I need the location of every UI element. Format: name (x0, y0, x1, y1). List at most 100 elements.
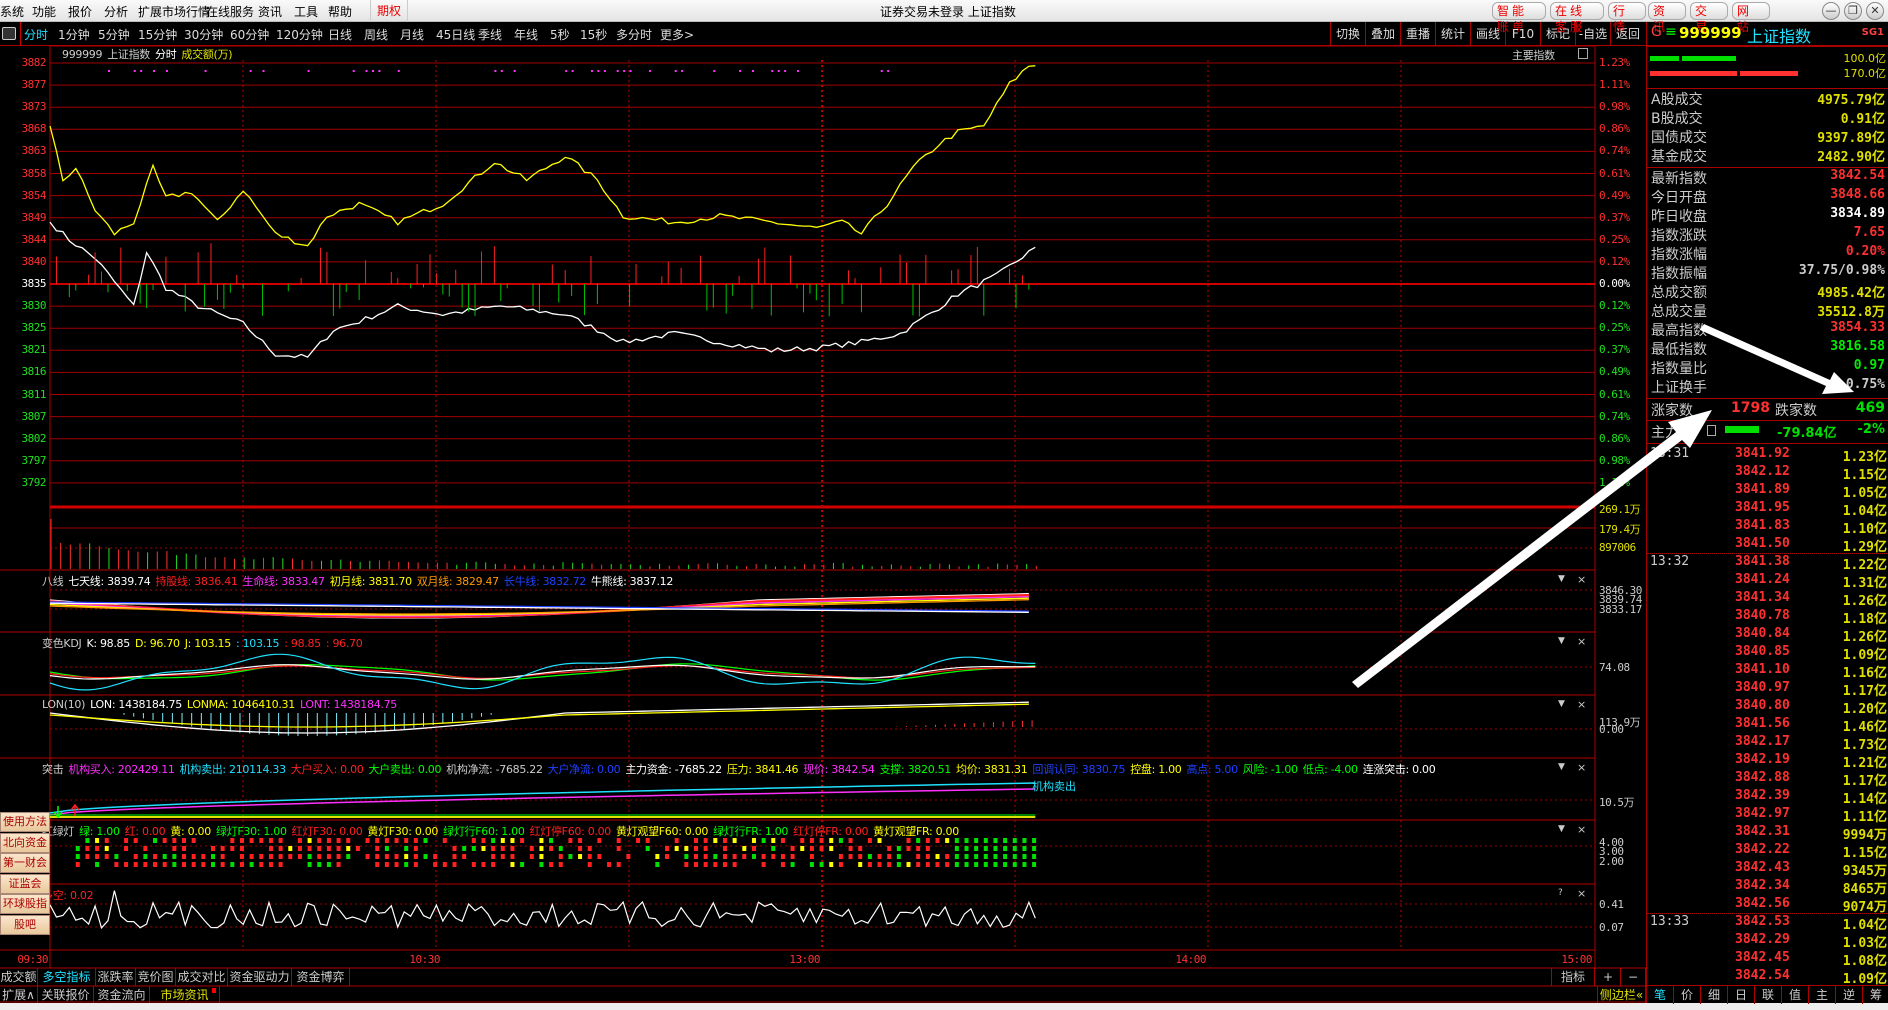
panel-menu-icon[interactable]: ▼ (1558, 636, 1565, 646)
panel-menu-icon[interactable]: ▼ (1558, 762, 1565, 772)
side-button-0[interactable]: 使用方法 (0, 812, 50, 832)
light-cell (307, 854, 312, 859)
panel-menu-icon[interactable]: ▼ (1558, 824, 1565, 834)
percent-axis-label: 0.86% (1599, 431, 1630, 445)
signal-dot (494, 70, 497, 72)
minimize-button[interactable]: — (1822, 2, 1840, 20)
light-cell (587, 862, 592, 867)
bottom-tab-0[interactable]: 成交额 (0, 968, 38, 986)
panel-axis-label: 3833.17 (1599, 603, 1642, 616)
bottom-tab-5[interactable]: 资金驱动力 (228, 968, 292, 986)
light-cell (887, 862, 892, 867)
legend-item: 变色KDJ (42, 637, 82, 650)
light-cell (761, 854, 766, 859)
bottom-tab-3[interactable]: 竞价图 (136, 968, 176, 986)
main-index-button[interactable]: 主要指数 (1512, 47, 1555, 63)
restore-button[interactable]: ❐ (1844, 2, 1862, 20)
legend-item: 主力资金: -7685.22 (625, 763, 722, 776)
signal-dot (777, 70, 780, 72)
right-tab-6[interactable]: 主 (1809, 986, 1836, 1004)
right-tab-8[interactable]: 筹 (1863, 986, 1888, 1004)
bottom-tab-4[interactable]: 成交对比 (176, 968, 228, 986)
bottom-tab-6[interactable]: 资金博弈 (292, 968, 350, 986)
tick-row: 3842.17 1.73亿 (1647, 734, 1888, 753)
top-button-4[interactable]: 交 易 (1690, 2, 1728, 34)
right-tab-1[interactable]: 价 (1674, 986, 1701, 1004)
light-cell (616, 862, 621, 867)
right-tab-7[interactable]: 逆 (1836, 986, 1863, 1004)
tick-row: 3841.34 1.26亿 (1647, 590, 1888, 609)
light-cell (220, 854, 225, 859)
legend-item: 现价: 3842.54 (803, 763, 875, 776)
bottom-tab2-3[interactable]: 市场资讯 (150, 986, 220, 1004)
side-button-4[interactable]: 环球股指 (0, 894, 50, 914)
light-cell (75, 846, 80, 851)
light-cell (355, 846, 360, 851)
panel-close-icon[interactable]: × (1577, 698, 1586, 711)
panel-menu-icon[interactable]: ▼ (1558, 699, 1565, 709)
bottom-tab-1[interactable]: 多空指标 (38, 968, 96, 986)
percent-axis-label: 0.12% (1599, 254, 1630, 268)
side-button-5[interactable]: 股吧 (0, 914, 50, 935)
right-tab-0[interactable]: 笔 (1647, 986, 1674, 1004)
panel-menu-icon[interactable]: ▼ (1558, 574, 1565, 584)
light-cell (722, 862, 727, 867)
light-cell (877, 862, 882, 867)
stat-row: 今日开盘 3848.66 (1651, 187, 1885, 206)
light-cell (539, 862, 544, 867)
stat-row: B股成交 0.91亿 (1651, 108, 1885, 127)
right-tab-3[interactable]: 日 (1728, 986, 1755, 1004)
main-index-toggle-icon[interactable] (1578, 48, 1588, 59)
market-flag: G (1651, 24, 1662, 40)
top-button-5[interactable]: 网 站 (1732, 2, 1770, 34)
right-tab-4[interactable]: 联 (1755, 986, 1782, 1004)
panel-close-icon[interactable]: × (1577, 887, 1586, 900)
panel-close-icon[interactable]: × (1577, 573, 1586, 586)
light-cell (211, 846, 215, 851)
time-axis-label: 14:00 (1175, 953, 1206, 966)
panel-legend-kdj: 变色KDJ K: 98.85 D: 96.70 J: 103.15: 103.15: … (42, 635, 367, 651)
sidebar-toggle-button[interactable]: 侧边栏« (1597, 986, 1646, 1004)
light-cell (954, 862, 959, 867)
bottom-tab2-2[interactable]: 资金流向 (94, 986, 150, 1004)
stat-value: 3854.33 (1830, 320, 1885, 335)
intraday-chart[interactable] (0, 0, 1646, 1003)
detail-icon[interactable] (1707, 425, 1716, 436)
tick-time: 13:32 (1650, 554, 1690, 569)
indicator-button[interactable]: 指标 (1551, 968, 1595, 986)
time-axis-label: 15:00 (1561, 953, 1592, 966)
light-cell (133, 862, 138, 867)
zoom-out-button[interactable]: − (1621, 968, 1646, 986)
right-tab-5[interactable]: 值 (1782, 986, 1809, 1004)
panel-menu-icon[interactable]: ? (1558, 888, 1563, 898)
menu-icon[interactable]: ≡ (1665, 24, 1677, 40)
stat-row: 总成交额 4985.42亿 (1651, 282, 1885, 301)
light-cell (993, 854, 998, 859)
light-cell (1032, 846, 1037, 851)
close-button[interactable]: ✕ (1866, 2, 1884, 20)
signal-dot (352, 70, 355, 72)
side-button-2[interactable]: 第一财会 (0, 853, 50, 873)
panel-close-icon[interactable]: × (1577, 823, 1586, 836)
side-button-3[interactable]: 证监会 (0, 873, 50, 894)
legend-item: 高点: 5.00 (1186, 763, 1238, 776)
signal-dot (797, 70, 800, 72)
tick-price: 3841.83 (1735, 518, 1790, 533)
light-cell (558, 846, 563, 851)
panel-close-icon[interactable]: × (1577, 635, 1586, 648)
right-tab-2[interactable]: 细 (1701, 986, 1728, 1004)
panel-close-icon[interactable]: × (1577, 761, 1586, 774)
side-button-1[interactable]: 北向资金 (0, 832, 50, 853)
bottom-tab-2[interactable]: 涨跌率 (96, 968, 136, 986)
stat-row: 国债成交 9397.89亿 (1651, 127, 1885, 146)
light-cell (491, 854, 496, 859)
bottom-tab2-0[interactable]: 扩展∧ (0, 986, 38, 1004)
zoom-in-button[interactable]: + (1596, 968, 1621, 986)
percent-axis-label: 0.86% (1599, 122, 1630, 136)
price-axis-label: 3863 (21, 144, 47, 158)
bottom-tab2-1[interactable]: 关联报价 (38, 986, 94, 1004)
light-cell (925, 862, 930, 867)
top-button-3[interactable]: 资 讯 (1648, 2, 1686, 34)
signal-dot (307, 70, 310, 72)
signal-dot (739, 70, 742, 72)
